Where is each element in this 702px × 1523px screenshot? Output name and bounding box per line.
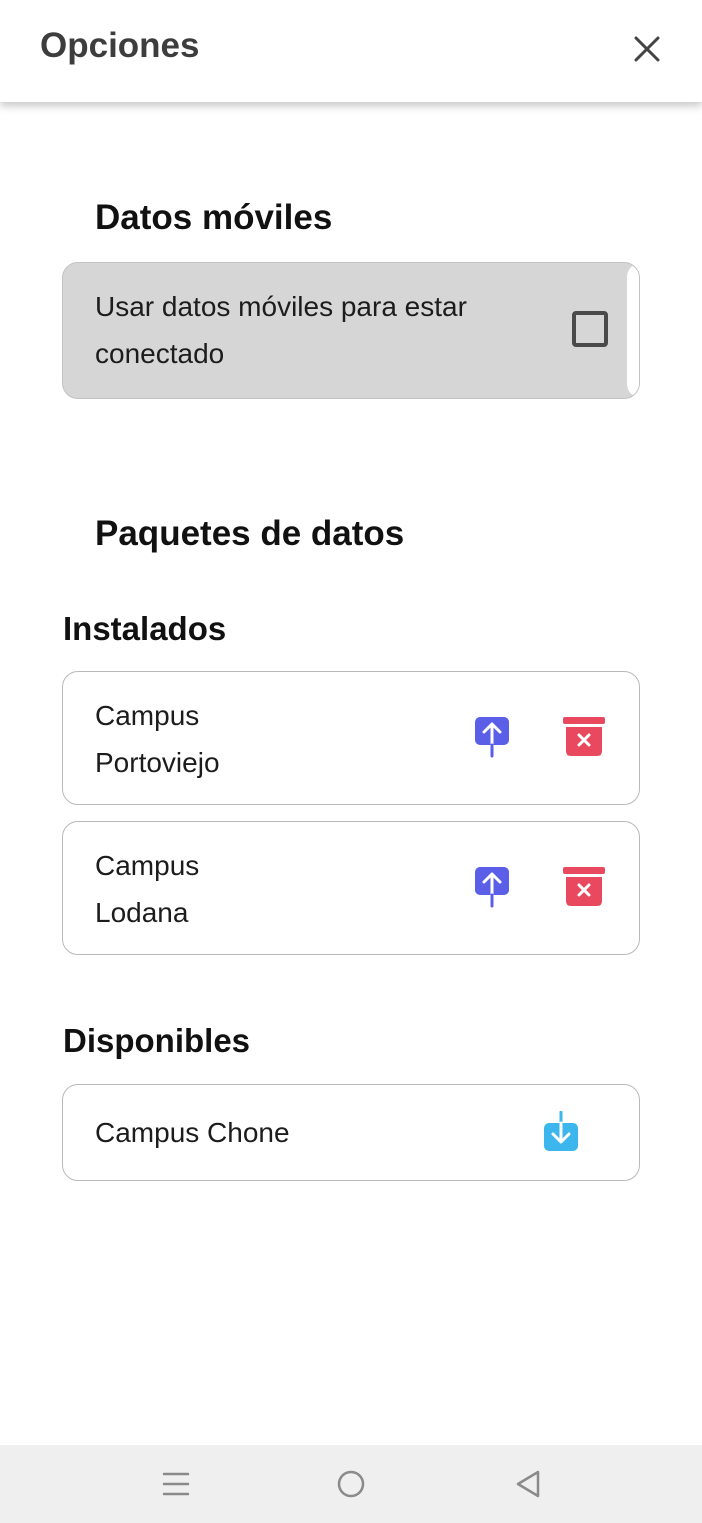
home-icon (337, 1470, 365, 1498)
mobile-data-option[interactable]: Usar datos móviles para estar conectado (62, 262, 640, 399)
system-navigation-bar (0, 1445, 702, 1523)
packages-heading: Paquetes de datos (95, 514, 405, 553)
menu-icon (162, 1472, 190, 1496)
package-name-line2: Portoviejo (95, 747, 220, 778)
trash-icon (563, 867, 605, 906)
app-header: Opciones (0, 0, 702, 102)
installed-heading: Instalados (63, 610, 227, 647)
package-name: Campus Portoviejo (95, 692, 220, 786)
installed-package-item: Campus Lodana (62, 821, 640, 955)
close-icon (634, 36, 660, 62)
available-heading: Disponibles (63, 1022, 251, 1059)
download-package-button[interactable] (538, 1109, 584, 1155)
mobile-data-checkbox[interactable] (572, 311, 608, 347)
package-name: Campus Lodana (95, 842, 199, 936)
package-name-line1: Campus (95, 850, 200, 881)
mobile-data-label: Usar datos móviles para estar conectado (95, 291, 467, 369)
close-button[interactable] (624, 26, 670, 72)
download-icon (544, 1111, 578, 1151)
trash-icon (563, 717, 605, 756)
nav-home-button[interactable] (326, 1459, 376, 1509)
update-package-button[interactable] (469, 714, 515, 760)
upload-icon (475, 867, 509, 908)
package-name-line1: Campus (95, 700, 200, 731)
nav-back-button[interactable] (503, 1459, 553, 1509)
page-title: Opciones (40, 26, 200, 65)
card-edge-decoration (627, 263, 639, 398)
delete-package-button[interactable] (561, 714, 607, 760)
nav-menu-button[interactable] (151, 1459, 201, 1509)
delete-package-button[interactable] (561, 864, 607, 910)
upload-icon (475, 717, 509, 758)
update-package-button[interactable] (469, 864, 515, 910)
package-name-line2: Lodana (95, 897, 189, 928)
available-package-item: Campus Chone (62, 1084, 640, 1181)
package-name: Campus Chone (95, 1117, 290, 1148)
mobile-data-heading: Datos móviles (95, 198, 333, 237)
installed-package-item: Campus Portoviejo (62, 671, 640, 805)
options-screen: Opciones Datos móviles Usar datos móvile… (0, 0, 702, 1523)
back-icon (516, 1470, 540, 1498)
